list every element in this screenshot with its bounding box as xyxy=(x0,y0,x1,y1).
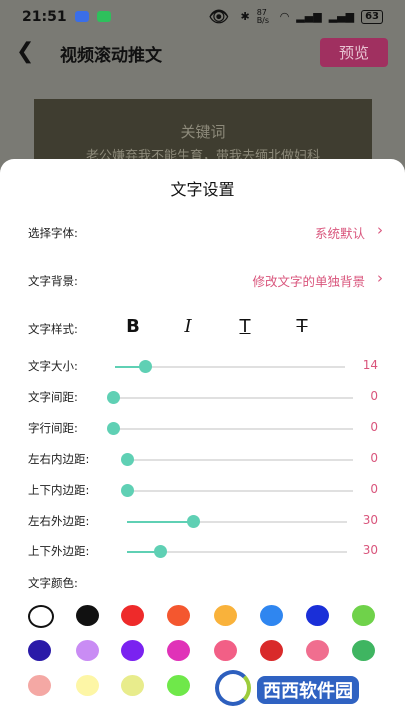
slider-label: 上下外边距: xyxy=(28,544,90,558)
slider-thumb[interactable] xyxy=(154,545,167,558)
slider-thumb[interactable] xyxy=(107,422,120,435)
slider-track[interactable] xyxy=(127,515,347,528)
slider-thumb[interactable] xyxy=(121,453,134,466)
slider-track[interactable] xyxy=(121,453,353,466)
color-swatch[interactable] xyxy=(306,640,329,661)
color-swatch[interactable] xyxy=(28,640,51,661)
color-label: 文字颜色: xyxy=(28,576,78,590)
slider-label: 左右外边距: xyxy=(28,514,90,528)
slider-thumb[interactable] xyxy=(107,391,120,404)
slider-track[interactable] xyxy=(107,391,353,404)
color-swatch[interactable] xyxy=(76,675,99,696)
color-swatch[interactable] xyxy=(260,640,283,661)
chevron-right-icon[interactable]: › xyxy=(377,221,383,239)
background-value[interactable]: 修改文字的单独背景 xyxy=(252,271,365,290)
color-swatch[interactable] xyxy=(352,605,375,626)
clock: 21:51 xyxy=(22,8,67,25)
watermark: 西西软件园 xyxy=(215,668,395,710)
signal2-icon: ▂▄▆ xyxy=(328,10,355,23)
color-swatch[interactable] xyxy=(260,605,283,626)
color-swatch-selected[interactable] xyxy=(28,605,54,628)
slider-track[interactable] xyxy=(121,484,353,497)
color-swatch[interactable] xyxy=(121,605,144,626)
font-value[interactable]: 系统默认 xyxy=(315,223,365,242)
slider-thumb[interactable] xyxy=(187,515,200,528)
slider-value: 0 xyxy=(370,420,378,434)
eye-icon: 👁 xyxy=(208,7,229,26)
color-swatch[interactable] xyxy=(76,640,99,661)
slider-value: 0 xyxy=(370,389,378,403)
slider-thumb[interactable] xyxy=(138,360,152,373)
background-label: 文字背景: xyxy=(28,274,78,288)
font-label: 选择字体: xyxy=(28,226,78,240)
color-swatch[interactable] xyxy=(121,675,144,696)
signal-icon: ▂▄▆ xyxy=(296,10,322,23)
slider-label: 字行间距: xyxy=(28,421,78,435)
color-swatch[interactable] xyxy=(28,675,51,696)
style-label: 文字样式: xyxy=(28,322,78,336)
sheet-title: 文字设置 xyxy=(170,180,235,199)
slider-value: 30 xyxy=(362,543,378,557)
strikethrough-button[interactable]: T xyxy=(289,316,315,337)
slider-fill xyxy=(127,521,193,523)
status-bar: 21:51 👁 ✱ 87 B/s ◠ ▂▄▆ ▂▄▆ 63 xyxy=(0,0,405,33)
battery-icon: 63 xyxy=(361,9,383,24)
back-arrow-icon[interactable]: ❮ xyxy=(16,39,34,64)
color-swatch[interactable] xyxy=(214,605,237,626)
color-swatch[interactable] xyxy=(214,640,237,661)
slider-track[interactable] xyxy=(115,360,345,373)
bluetooth-icon: ✱ xyxy=(240,10,250,23)
slider-thumb[interactable] xyxy=(121,484,134,497)
page-title: 视频滚动推文 xyxy=(60,46,162,66)
italic-button[interactable]: I xyxy=(175,316,201,337)
slider-value: 0 xyxy=(370,482,378,496)
slider-value: 0 xyxy=(370,451,378,465)
text-settings-sheet: 文字设置 选择字体: 系统默认 › 文字背景: 修改文字的单独背景 › 文字样式… xyxy=(0,159,405,720)
slider-track[interactable] xyxy=(107,422,353,435)
watermark-text: 西西软件园 xyxy=(257,676,359,704)
color-swatch[interactable] xyxy=(167,640,190,661)
color-swatch[interactable] xyxy=(167,605,190,626)
slider-label: 左右内边距: xyxy=(28,452,90,466)
color-swatch[interactable] xyxy=(121,640,144,661)
underline-button[interactable]: T xyxy=(232,316,258,337)
wifi-icon: ◠ xyxy=(279,10,290,23)
chevron-right-icon[interactable]: › xyxy=(377,269,383,287)
slider-label: 文字大小: xyxy=(28,359,78,373)
preview-keyword: 关键词 xyxy=(180,123,226,141)
color-swatch[interactable] xyxy=(167,675,190,696)
messenger-icon xyxy=(74,11,89,22)
color-swatch[interactable] xyxy=(76,605,99,626)
slider-value: 30 xyxy=(362,513,378,527)
bold-button[interactable]: B xyxy=(120,316,146,337)
slider-value: 14 xyxy=(362,358,378,372)
network-speed: 87 B/s xyxy=(256,7,270,25)
color-swatch[interactable] xyxy=(306,605,329,626)
slider-track[interactable] xyxy=(127,545,347,558)
slider-label: 文字间距: xyxy=(28,390,78,404)
wechat-icon xyxy=(96,11,111,22)
slider-label: 上下内边距: xyxy=(28,483,90,497)
watermark-logo-icon xyxy=(215,670,251,706)
color-swatch[interactable] xyxy=(352,640,375,661)
preview-button[interactable]: 预览 xyxy=(320,38,388,67)
app-bar: ❮ 视频滚动推文 预览 xyxy=(0,33,405,73)
